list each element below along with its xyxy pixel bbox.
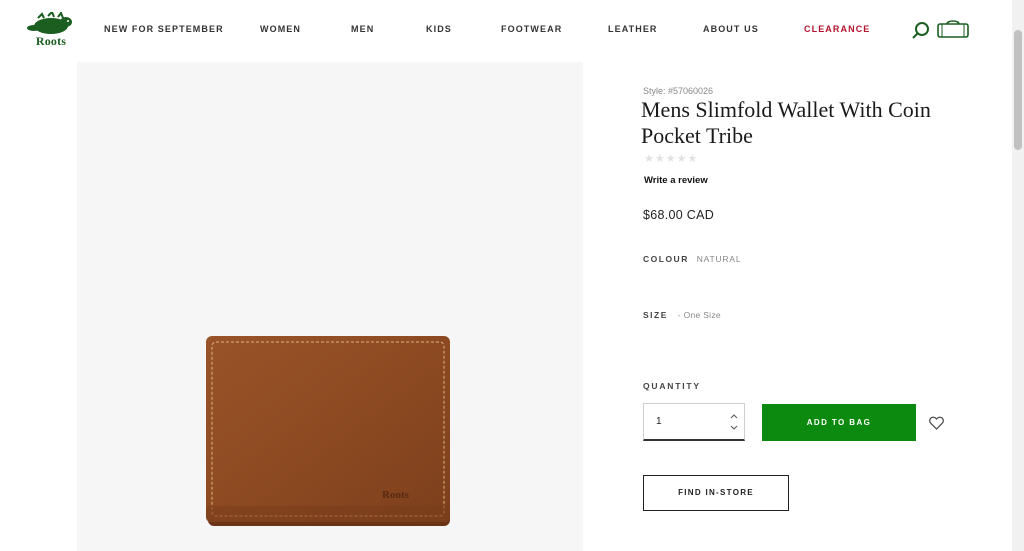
style-number: Style: #57060026 xyxy=(643,86,714,96)
site-header: Roots NEW FOR SEPTEMBER WOMEN MEN KIDS F… xyxy=(0,0,1012,60)
size-selector: SIZE - One Size xyxy=(643,310,721,320)
quantity-arrows-icon[interactable] xyxy=(730,412,738,432)
nav-item-kids[interactable]: KIDS xyxy=(426,24,452,34)
size-label: SIZE xyxy=(643,310,668,320)
quantity-stepper[interactable] xyxy=(643,403,745,441)
nav-item-footwear[interactable]: FOOTWEAR xyxy=(501,24,562,34)
quantity-input[interactable] xyxy=(656,416,716,427)
wishlist-heart-icon[interactable] xyxy=(929,416,944,430)
product-price: $68.00 CAD xyxy=(643,208,715,222)
scrollbar-thumb[interactable] xyxy=(1014,30,1022,150)
colour-label: COLOUR xyxy=(643,254,689,264)
nav-item-about-us[interactable]: ABOUT US xyxy=(703,24,759,34)
colour-value: NATURAL xyxy=(696,254,742,264)
page-scrollbar[interactable] xyxy=(1012,0,1024,551)
find-in-store-button[interactable]: FIND IN-STORE xyxy=(643,475,789,511)
wallet-logo-text: Roots xyxy=(382,489,410,501)
logo-text: Roots xyxy=(35,34,67,48)
write-review-link[interactable]: Write a review xyxy=(644,175,708,186)
add-to-bag-button[interactable]: ADD TO BAG xyxy=(762,404,916,441)
nav-item-clearance[interactable]: CLEARANCE xyxy=(804,24,870,34)
nav-item-leather[interactable]: LEATHER xyxy=(608,24,658,34)
wallet-image: Roots xyxy=(206,336,450,526)
search-icon[interactable] xyxy=(912,21,930,39)
nav-item-women[interactable]: WOMEN xyxy=(260,24,301,34)
rating-stars[interactable]: ★★★★★ xyxy=(644,152,698,165)
quantity-label: QUANTITY xyxy=(643,381,701,391)
product-title: Mens Slimfold Wallet With Coin Pocket Tr… xyxy=(641,97,931,148)
nav-item-men[interactable]: MEN xyxy=(351,24,374,34)
beaver-icon xyxy=(27,10,72,34)
roots-logo[interactable]: Roots xyxy=(26,10,76,48)
product-image-panel[interactable]: Roots xyxy=(77,62,583,551)
colour-selector: COLOUR NATURAL xyxy=(643,254,741,264)
shopping-bag-icon[interactable] xyxy=(936,19,970,39)
size-value: - One Size xyxy=(677,310,721,320)
nav-item-new-for-september[interactable]: NEW FOR SEPTEMBER xyxy=(104,24,224,34)
